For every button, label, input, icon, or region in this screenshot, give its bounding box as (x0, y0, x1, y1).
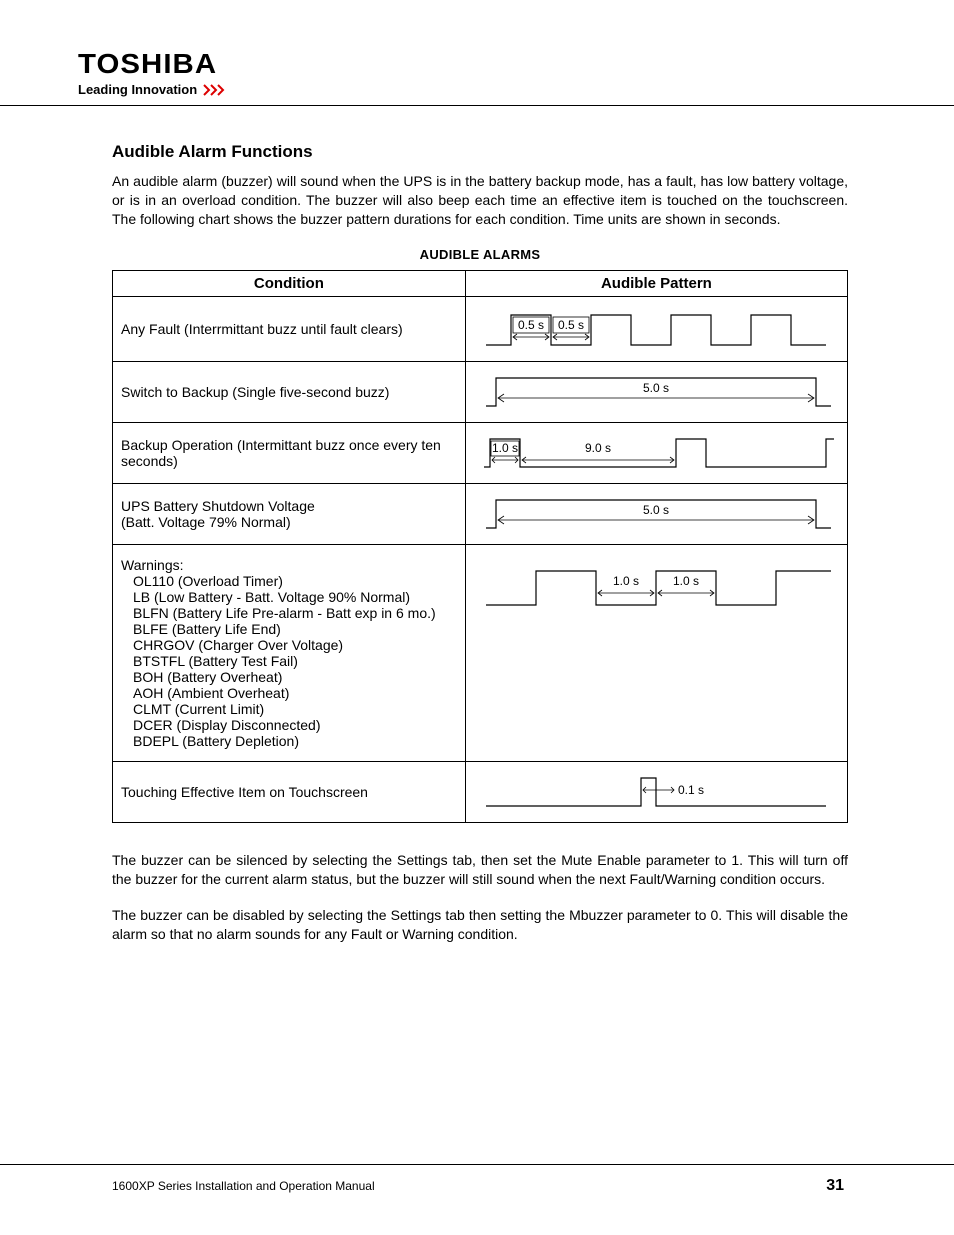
table-row: UPS Battery Shutdown Voltage (Batt. Volt… (113, 483, 848, 544)
condition-cell: Backup Operation (Intermittant buzz once… (113, 422, 466, 483)
tagline-text: Leading Innovation (78, 82, 197, 97)
section-title: Audible Alarm Functions (112, 142, 848, 162)
waveform-icon: 1.0 s 1.0 s (476, 563, 836, 611)
warning-item: DCER (Display Disconnected) (133, 717, 321, 733)
warning-item: BTSTFL (Battery Test Fail) (133, 653, 298, 669)
table-row: Warnings: OL110 (Overload Timer) LB (Low… (113, 544, 848, 761)
col-condition: Condition (113, 270, 466, 296)
svg-text:1.0 s: 1.0 s (492, 441, 518, 455)
table-caption: AUDIBLE ALARMS (112, 247, 848, 262)
page-header: TOSHIBA Leading Innovation (0, 48, 954, 106)
warning-item: AOH (Ambient Overheat) (133, 685, 289, 701)
condition-cell: UPS Battery Shutdown Voltage (Batt. Volt… (113, 483, 466, 544)
pattern-cell: 1.0 s 1.0 s (465, 544, 847, 761)
footer-title: 1600XP Series Installation and Operation… (112, 1179, 375, 1193)
condition-cell: Switch to Backup (Single five-second buz… (113, 361, 466, 422)
waveform-icon: 0.5 s 0.5 s (476, 307, 836, 351)
chevrons-icon (203, 84, 231, 96)
warning-item: BLFN (Battery Life Pre-alarm - Batt exp … (133, 605, 436, 621)
svg-text:9.0 s: 9.0 s (585, 441, 611, 455)
tagline-row: Leading Innovation (78, 82, 954, 97)
pattern-cell: 5.0 s (465, 483, 847, 544)
page-number: 31 (826, 1177, 844, 1195)
condition-line: (Batt. Voltage 79% Normal) (121, 514, 291, 530)
condition-line: UPS Battery Shutdown Voltage (121, 498, 315, 514)
table-header-row: Condition Audible Pattern (113, 270, 848, 296)
condition-cell: Any Fault (Interrmittant buzz until faul… (113, 296, 466, 361)
disable-paragraph: The buzzer can be disabled by selecting … (112, 906, 848, 944)
warning-item: BOH (Battery Overheat) (133, 669, 282, 685)
waveform-icon: 5.0 s (476, 494, 836, 534)
condition-cell: Warnings: OL110 (Overload Timer) LB (Low… (113, 544, 466, 761)
warning-item: BDEPL (Battery Depletion) (133, 733, 299, 749)
waveform-icon: 0.1 s (476, 772, 836, 812)
pattern-cell: 1.0 s 9.0 s (465, 422, 847, 483)
warnings-header: Warnings: (121, 557, 184, 573)
intro-paragraph: An audible alarm (buzzer) will sound whe… (112, 172, 848, 229)
pattern-cell: 5.0 s (465, 361, 847, 422)
pattern-cell: 0.5 s 0.5 s (465, 296, 847, 361)
table-row: Backup Operation (Intermittant buzz once… (113, 422, 848, 483)
brand-logo: TOSHIBA (78, 48, 954, 80)
table-row: Touching Effective Item on Touchscreen 0… (113, 761, 848, 822)
warning-item: BLFE (Battery Life End) (133, 621, 281, 637)
table-row: Switch to Backup (Single five-second buz… (113, 361, 848, 422)
condition-cell: Touching Effective Item on Touchscreen (113, 761, 466, 822)
page: TOSHIBA Leading Innovation Audible Alarm… (0, 0, 954, 1235)
pattern-cell: 0.1 s (465, 761, 847, 822)
warning-item: OL110 (Overload Timer) (133, 573, 283, 589)
warning-item: CHRGOV (Charger Over Voltage) (133, 637, 343, 653)
svg-text:1.0 s: 1.0 s (673, 574, 699, 588)
warning-item: LB (Low Battery - Batt. Voltage 90% Norm… (133, 589, 410, 605)
col-pattern: Audible Pattern (465, 270, 847, 296)
waveform-icon: 5.0 s (476, 372, 836, 412)
page-footer: 1600XP Series Installation and Operation… (0, 1164, 954, 1195)
svg-text:0.5 s: 0.5 s (558, 318, 584, 332)
svg-text:0.5 s: 0.5 s (518, 318, 544, 332)
svg-text:1.0 s: 1.0 s (613, 574, 639, 588)
silence-paragraph: The buzzer can be silenced by selecting … (112, 851, 848, 889)
table-row: Any Fault (Interrmittant buzz until faul… (113, 296, 848, 361)
svg-text:5.0 s: 5.0 s (643, 503, 669, 517)
alarms-table: Condition Audible Pattern Any Fault (Int… (112, 270, 848, 823)
svg-text:5.0 s: 5.0 s (643, 381, 669, 395)
waveform-icon: 1.0 s 9.0 s (476, 433, 836, 473)
warning-item: CLMT (Current Limit) (133, 701, 264, 717)
content-area: Audible Alarm Functions An audible alarm… (0, 142, 954, 944)
svg-text:0.1 s: 0.1 s (678, 783, 704, 797)
